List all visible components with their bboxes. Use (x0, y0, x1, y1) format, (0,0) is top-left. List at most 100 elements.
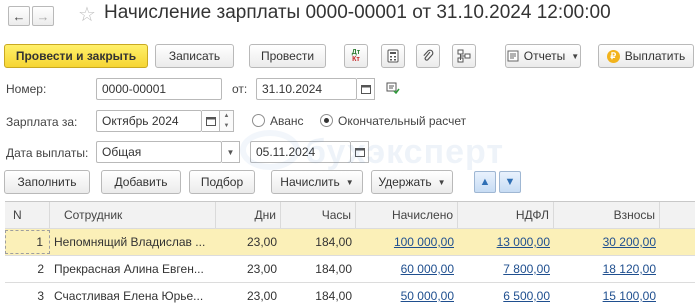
date-picker-button[interactable] (357, 78, 375, 100)
add-button[interactable]: Добавить (101, 170, 181, 194)
payout-type-dropdown[interactable]: ▼ (222, 141, 240, 163)
column-header-employee[interactable]: Сотрудник (50, 202, 216, 228)
hours-value[interactable]: 184,00 (281, 283, 356, 308)
ndfl-link[interactable]: 6 500,00 (503, 289, 550, 303)
accrued-link[interactable]: 100 000,00 (394, 235, 454, 249)
pay-button[interactable]: ₽ Выплатить (598, 44, 694, 68)
withhold-menu-button[interactable]: Удержать ▼ (371, 170, 453, 194)
post-and-close-button[interactable]: Провести и закрыть (4, 44, 148, 68)
chevron-down-icon: ▼ (226, 147, 235, 157)
table-row[interactable]: 3 Счастливая Елена Юрье... 23,00 184,00 … (5, 283, 695, 308)
employees-table: N Сотрудник Дни Часы Начислено НДФЛ Взно… (5, 201, 695, 308)
contributions-value[interactable]: 30 200,00 (554, 229, 660, 255)
final-payment-radio[interactable] (320, 114, 333, 127)
save-button[interactable]: Записать (155, 44, 234, 68)
structure-button[interactable] (452, 44, 476, 68)
hours-value[interactable]: 184,00 (281, 229, 356, 255)
reports-label: Отчеты (523, 49, 566, 63)
accrued-value[interactable]: 50 000,00 (356, 283, 458, 308)
period-picker-button[interactable] (202, 110, 220, 132)
withhold-label: Удержать (378, 175, 432, 189)
employee-name[interactable]: Прекрасная Алина Евген... (50, 256, 216, 282)
payout-date-picker-button[interactable] (351, 141, 369, 163)
period-spinner[interactable]: ▲ ▼ (220, 110, 234, 132)
chevron-down-icon: ▼ (437, 177, 446, 187)
accrue-label: Начислить (280, 175, 340, 189)
attach-button[interactable] (416, 44, 440, 68)
calculator-icon (387, 49, 399, 63)
pay-label: Выплатить (624, 49, 686, 63)
chevron-down-icon: ▼ (571, 51, 580, 61)
hours-value[interactable]: 184,00 (281, 256, 356, 282)
table-header: N Сотрудник Дни Часы Начислено НДФЛ Взно… (5, 202, 695, 229)
payout-type-select[interactable]: Общая (96, 141, 222, 163)
forward-button[interactable]: → (32, 6, 54, 26)
ndfl-link[interactable]: 7 800,00 (503, 262, 550, 276)
fill-button[interactable]: Заполнить (4, 170, 90, 194)
days-value[interactable]: 23,00 (216, 256, 281, 282)
move-up-button[interactable]: ▲ (474, 171, 496, 193)
contributions-link[interactable]: 30 200,00 (603, 235, 656, 249)
ndfl-value[interactable]: 6 500,00 (458, 283, 554, 308)
paperclip-icon (423, 49, 434, 61)
payout-date-field[interactable]: 05.11.2024 (250, 141, 351, 163)
accrued-value[interactable]: 60 000,00 (356, 256, 458, 282)
select-button[interactable]: Подбор (189, 170, 255, 194)
accrued-value[interactable]: 100 000,00 (356, 229, 458, 255)
spin-up-icon[interactable]: ▲ (224, 113, 230, 119)
date-field[interactable]: 31.10.2024 (256, 78, 357, 100)
table-row[interactable]: 1 Непомнящий Владислав ... 23,00 184,00 … (5, 229, 695, 256)
column-header-accrued[interactable]: Начислено (356, 202, 458, 228)
ndfl-link[interactable]: 13 000,00 (497, 235, 550, 249)
advance-label: Аванс (270, 114, 304, 128)
column-header-ndfl[interactable]: НДФЛ (458, 202, 554, 228)
arrow-down-icon: ▼ (504, 176, 516, 188)
ndfl-value[interactable]: 13 000,00 (458, 229, 554, 255)
final-payment-label: Окончательный расчет (338, 114, 467, 128)
days-value[interactable]: 23,00 (216, 229, 281, 255)
number-label: Номер: (6, 82, 47, 96)
table-row[interactable]: 2 Прекрасная Алина Евген... 23,00 184,00… (5, 256, 695, 283)
column-header-days[interactable]: Дни (216, 202, 281, 228)
back-button[interactable]: ← (8, 6, 30, 26)
accrued-link[interactable]: 50 000,00 (401, 289, 454, 303)
post-button[interactable]: Провести (249, 44, 326, 68)
dt-kt-button[interactable]: Дт Кт (344, 44, 368, 68)
history-button[interactable] (386, 82, 400, 97)
row-number: 2 (37, 262, 44, 276)
arrow-left-icon: ← (12, 8, 26, 24)
accrued-link[interactable]: 60 000,00 (401, 262, 454, 276)
reports-menu-button[interactable]: Отчеты ▼ (505, 44, 581, 68)
date-label: от: (232, 82, 248, 96)
days-value[interactable]: 23,00 (216, 283, 281, 308)
column-header-hours[interactable]: Часы (281, 202, 356, 228)
advance-radio[interactable] (252, 114, 265, 127)
reports-icon (507, 50, 519, 62)
contributions-link[interactable]: 18 120,00 (603, 262, 656, 276)
move-down-button[interactable]: ▼ (499, 171, 521, 193)
calculator-button[interactable] (381, 44, 405, 68)
number-field[interactable]: 0000-00001 (96, 78, 222, 100)
employee-name[interactable]: Непомнящий Владислав ... (50, 229, 216, 255)
star-icon[interactable]: ☆ (78, 2, 96, 27)
ndfl-value[interactable]: 7 800,00 (458, 256, 554, 282)
employee-name[interactable]: Счастливая Елена Юрье... (50, 283, 216, 308)
contributions-link[interactable]: 15 100,00 (603, 289, 656, 303)
calendar-icon (360, 85, 371, 94)
payout-date-label: Дата выплаты: (6, 146, 89, 160)
column-header-filler (660, 202, 695, 228)
contributions-value[interactable]: 18 120,00 (554, 256, 660, 282)
contributions-value[interactable]: 15 100,00 (554, 283, 660, 308)
column-header-n[interactable]: N (5, 202, 50, 228)
spin-down-icon[interactable]: ▼ (224, 123, 230, 129)
salary-for-label: Зарплата за: (6, 115, 78, 129)
chevron-down-icon: ▼ (345, 177, 354, 187)
coin-icon: ₽ (606, 49, 620, 63)
arrow-up-icon: ▲ (479, 176, 491, 188)
accrue-menu-button[interactable]: Начислить ▼ (271, 170, 363, 194)
dt-kt-icon: Дт Кт (351, 49, 361, 63)
history-icon (386, 82, 400, 95)
column-header-contributions[interactable]: Взносы (554, 202, 660, 228)
calendar-icon (354, 148, 365, 157)
salary-period-field[interactable]: Октябрь 2024 (96, 110, 202, 132)
